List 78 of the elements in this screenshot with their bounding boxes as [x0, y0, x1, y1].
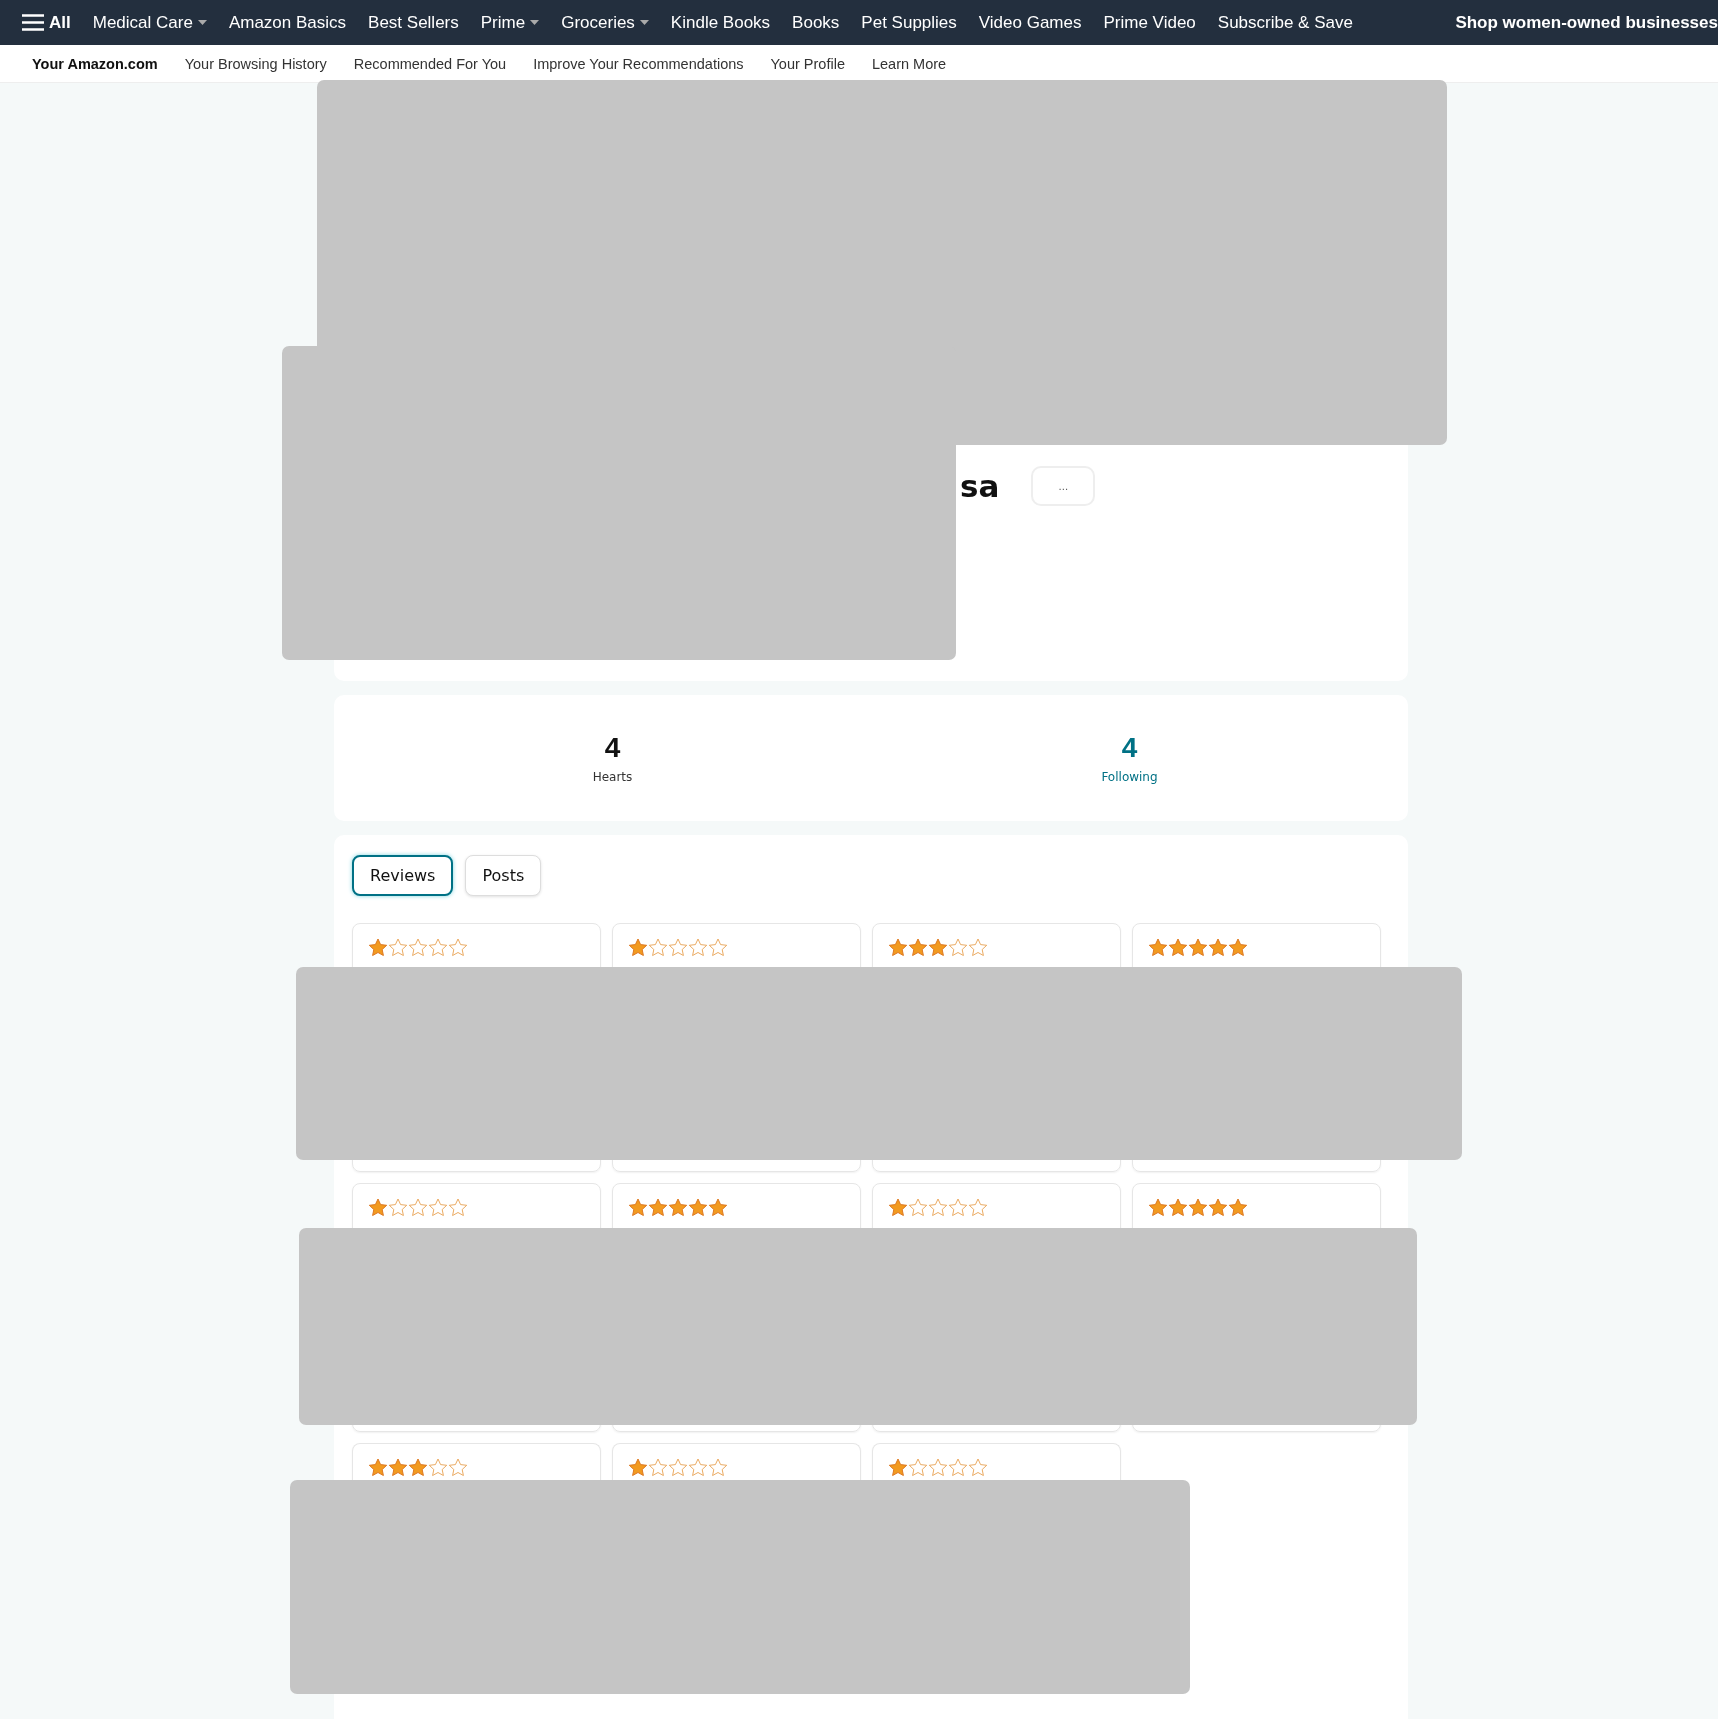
filled-star-icon [368, 1198, 388, 1217]
empty-star-icon [968, 938, 988, 957]
nav-link[interactable]: Amazon Basics [228, 12, 347, 33]
filled-star-icon [408, 1458, 428, 1477]
nav-link[interactable]: Subscribe & Save [1217, 12, 1353, 33]
filled-star-icon [708, 1198, 728, 1217]
profile-name: sa [960, 468, 1000, 504]
filled-star-icon [888, 1198, 908, 1217]
nav-link[interactable]: Best Sellers [368, 12, 459, 33]
empty-star-icon [968, 1198, 988, 1217]
empty-star-icon [708, 938, 728, 957]
filled-star-icon [628, 1458, 648, 1477]
empty-star-icon [448, 1198, 468, 1217]
filled-star-icon [888, 938, 908, 957]
empty-star-icon [708, 1458, 728, 1477]
empty-star-icon [428, 1198, 448, 1217]
caret-icon [639, 20, 649, 25]
empty-star-icon [448, 938, 468, 957]
subnav-link[interactable]: Improve Your Recommendations [533, 55, 744, 72]
filled-star-icon [648, 1198, 668, 1217]
filled-star-icon [1228, 938, 1248, 957]
nav-link[interactable]: Video Games [978, 12, 1082, 33]
filled-star-icon [688, 1198, 708, 1217]
all-menu-button[interactable]: All [22, 12, 71, 33]
subnav-link[interactable]: Recommended For You [353, 55, 507, 72]
filled-star-icon [888, 1458, 908, 1477]
filled-star-icon [928, 938, 948, 957]
empty-star-icon [928, 1198, 948, 1217]
stat-label: Hearts [592, 770, 633, 784]
subnav-link[interactable]: Your Amazon.com [32, 55, 158, 72]
nav-link[interactable]: Medical Care [92, 12, 207, 33]
filled-star-icon [1168, 938, 1188, 957]
filled-star-icon [1188, 1198, 1208, 1217]
stat-value: 4 [604, 732, 621, 764]
empty-star-icon [448, 1458, 468, 1477]
more-button[interactable]: ... [1031, 466, 1096, 506]
empty-star-icon [668, 938, 688, 957]
subnav-link[interactable]: Learn More [871, 55, 947, 72]
empty-star-icon [948, 1458, 968, 1477]
nav-link[interactable]: Shop women-owned businesses [1455, 12, 1718, 33]
stat-label[interactable]: Following [1101, 770, 1158, 784]
filled-star-icon [1148, 1198, 1168, 1217]
tab[interactable]: Reviews [352, 855, 454, 896]
empty-star-icon [428, 938, 448, 957]
caret-icon [530, 20, 540, 25]
filled-star-icon [1208, 1198, 1228, 1217]
filled-star-icon [368, 938, 388, 957]
filled-star-icon [1188, 938, 1208, 957]
empty-star-icon [968, 1458, 988, 1477]
subnav-link[interactable]: Your Profile [770, 55, 845, 72]
filled-star-icon [628, 1198, 648, 1217]
filled-star-icon [1208, 938, 1228, 957]
nav-link[interactable]: Kindle Books [670, 12, 771, 33]
subnav-link[interactable]: Your Browsing History [184, 55, 327, 72]
nav-link[interactable]: Prime [480, 12, 540, 33]
empty-star-icon [408, 938, 428, 957]
stat-value[interactable]: 4 [1121, 732, 1138, 764]
empty-star-icon [928, 1458, 948, 1477]
nav-link[interactable]: Groceries [561, 12, 649, 33]
filled-star-icon [628, 938, 648, 957]
empty-star-icon [688, 1458, 708, 1477]
empty-star-icon [688, 938, 708, 957]
empty-star-icon [948, 1198, 968, 1217]
filled-star-icon [1168, 1198, 1188, 1217]
filled-star-icon [1148, 938, 1168, 957]
filled-star-icon [908, 938, 928, 957]
tab[interactable]: Posts [465, 855, 542, 896]
filled-star-icon [1228, 1198, 1248, 1217]
filled-star-icon [668, 1198, 688, 1217]
filled-star-icon [368, 1458, 388, 1477]
empty-star-icon [668, 1458, 688, 1477]
nav-link[interactable]: Prime Video [1103, 12, 1196, 33]
filled-star-icon [388, 1458, 408, 1477]
nav-link[interactable]: Books [792, 12, 840, 33]
empty-star-icon [408, 1198, 428, 1217]
nav-link[interactable]: Pet Supplies [861, 12, 957, 33]
caret-icon [197, 20, 207, 25]
menu-icon [22, 14, 44, 31]
